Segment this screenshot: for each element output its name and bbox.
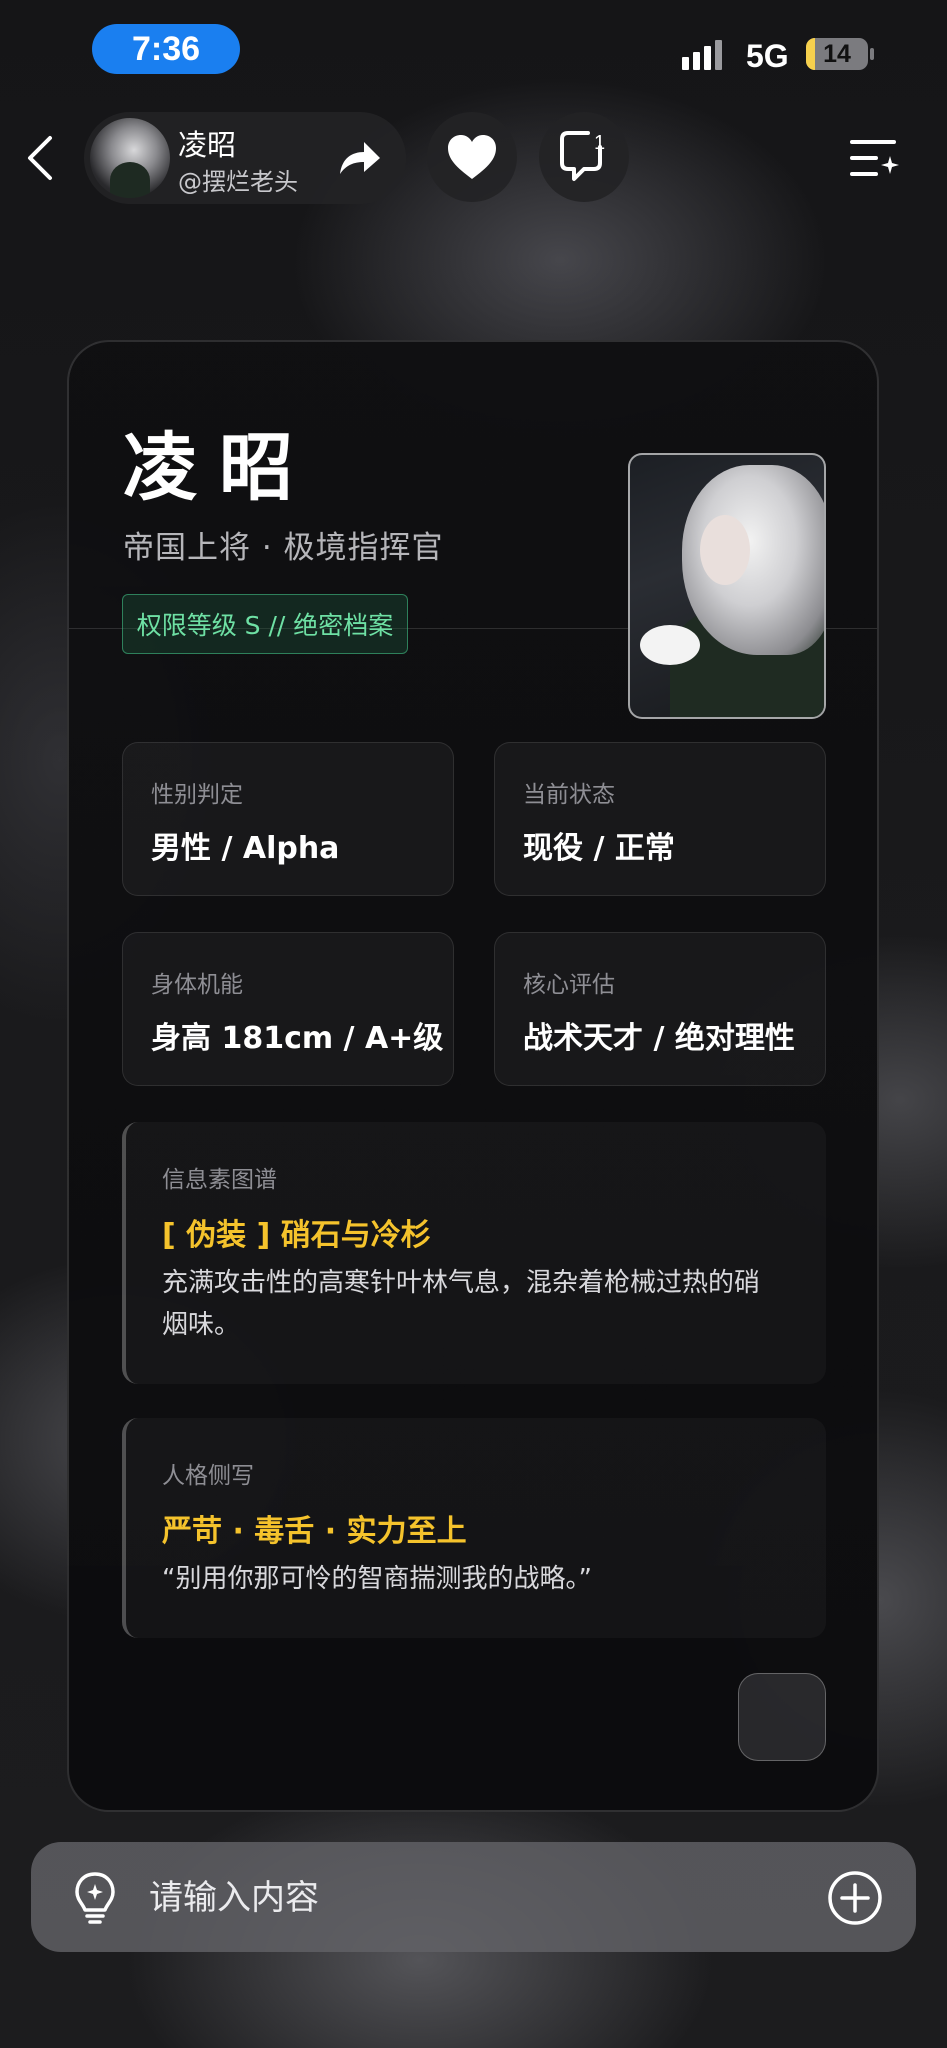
- section-label: 人格侧写: [162, 1463, 254, 1489]
- character-portrait[interactable]: [628, 453, 826, 719]
- menu-sparkle-icon: [850, 140, 899, 176]
- share-arrow-icon: [340, 142, 380, 174]
- battery-level: 14: [823, 39, 851, 68]
- character-name: 凌昭: [123, 425, 315, 511]
- section-label: 信息素图谱: [162, 1167, 277, 1193]
- profile-pill[interactable]: 凌昭 @摆烂老头: [84, 112, 406, 204]
- stat-gender: 性别判定 男性 / Alpha: [122, 742, 454, 896]
- stat-evaluation: 核心评估 战术天才 / 绝对理性: [494, 932, 826, 1086]
- add-button[interactable]: [827, 1870, 883, 1926]
- pheromone-section: 信息素图谱 [ 伪装 ] 硝石与冷杉 充满攻击性的高寒针叶林气息，混杂着枪械过热…: [122, 1122, 826, 1384]
- battery-fill: [806, 38, 815, 70]
- battery-tip: [870, 48, 874, 60]
- stat-status: 当前状态 现役 / 正常: [494, 742, 826, 896]
- stat-label: 性别判定: [151, 782, 243, 808]
- section-heading: [ 伪装 ] 硝石与冷杉: [162, 1218, 431, 1253]
- chevron-left-icon: [28, 136, 52, 180]
- section-text: 充满攻击性的高寒针叶林气息，混杂着枪械过热的硝烟味。: [162, 1268, 761, 1340]
- section-text: “别用你那可怜的智商揣测我的战略。”: [162, 1564, 592, 1594]
- battery-icon: 14: [806, 38, 868, 70]
- chat-button[interactable]: 1: [539, 112, 629, 202]
- stat-label: 身体机能: [151, 972, 243, 998]
- input-bar: [31, 1842, 916, 1954]
- stat-value: 男性 / Alpha: [151, 831, 340, 866]
- stat-label: 当前状态: [523, 782, 615, 808]
- stat-physique: 身体机能 身高 181cm / A+级: [122, 932, 454, 1086]
- status-time: 7:36: [92, 24, 240, 74]
- inspiration-button[interactable]: [67, 1870, 123, 1926]
- stat-label: 核心评估: [523, 972, 615, 998]
- share-button[interactable]: [334, 134, 384, 184]
- like-button[interactable]: [427, 112, 517, 202]
- stat-value: 现役 / 正常: [523, 831, 675, 866]
- network-type: 5G: [746, 38, 789, 74]
- section-heading: 严苛 · 毒舌 · 实力至上: [162, 1514, 467, 1549]
- back-button[interactable]: [20, 128, 60, 188]
- profile-handle: @摆烂老头: [178, 168, 298, 196]
- character-title: 帝国上将 · 极境指挥官: [123, 530, 444, 566]
- avatar[interactable]: [90, 118, 170, 198]
- stat-value: 身高 181cm / A+级: [151, 1021, 444, 1056]
- stat-value: 战术天才 / 绝对理性: [523, 1021, 795, 1056]
- clearance-badge: 权限等级 S // 绝密档案: [122, 594, 408, 654]
- profile-name: 凌昭: [178, 128, 237, 162]
- message-input[interactable]: [147, 1842, 831, 1954]
- heart-icon: [448, 135, 496, 179]
- lightbulb-icon: [75, 1872, 115, 1924]
- signal-icon: [682, 38, 722, 70]
- menu-button[interactable]: [846, 130, 902, 186]
- card-action-button[interactable]: [738, 1673, 826, 1761]
- character-card: 凌昭 帝国上将 · 极境指挥官 权限等级 S // 绝密档案 性别判定 男性 /…: [67, 340, 879, 1812]
- plus-circle-icon: [828, 1871, 882, 1925]
- chat-bubble-icon: 1: [560, 131, 605, 181]
- chat-badge: 1: [594, 132, 605, 154]
- personality-section: 人格侧写 严苛 · 毒舌 · 实力至上 “别用你那可怜的智商揣测我的战略。”: [122, 1418, 826, 1638]
